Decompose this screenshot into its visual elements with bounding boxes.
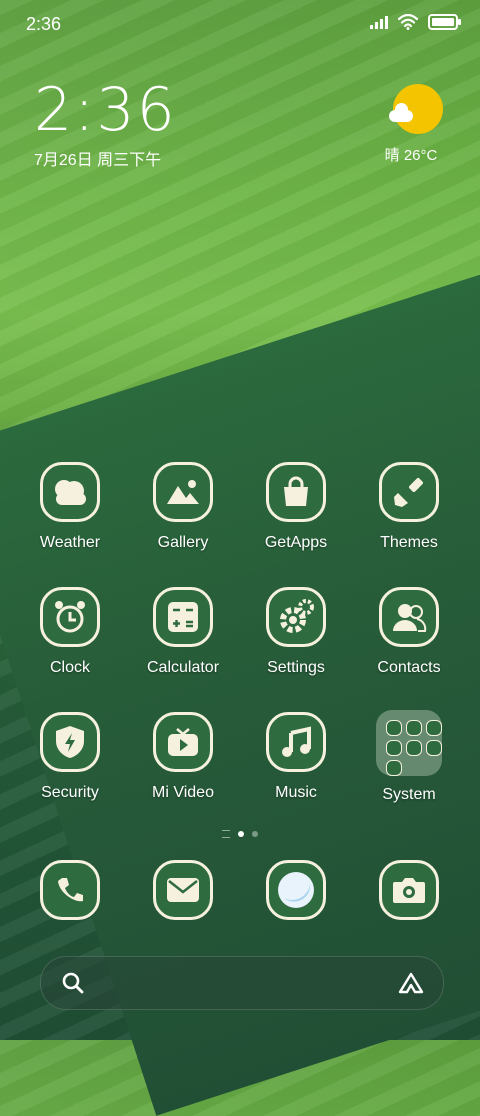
contacts-icon xyxy=(379,587,439,647)
app-clock[interactable]: Clock xyxy=(20,587,120,677)
status-icons xyxy=(370,14,461,30)
wifi-icon xyxy=(398,14,418,30)
app-system-folder[interactable]: System xyxy=(359,710,459,804)
app-label: GetApps xyxy=(264,534,328,551)
app-label: Gallery xyxy=(157,534,209,551)
page-dot-active xyxy=(238,831,244,837)
camera-icon xyxy=(379,860,439,920)
gallery-icon xyxy=(153,462,213,522)
menu-lines-icon xyxy=(222,830,230,838)
weather-icon xyxy=(40,462,100,522)
dock-camera[interactable] xyxy=(359,860,459,920)
app-label: Mi Video xyxy=(152,784,214,801)
app-calculator[interactable]: Calculator xyxy=(133,587,233,677)
widget-date: 7月26日 周三下午 xyxy=(34,152,162,169)
search-bar[interactable] xyxy=(40,956,444,1010)
music-note-icon xyxy=(266,712,326,772)
app-label: Calculator xyxy=(146,659,220,676)
weather-widget[interactable]: 晴 26°C xyxy=(385,84,446,165)
message-icon xyxy=(153,860,213,920)
app-label: Security xyxy=(41,784,99,801)
clock-widget[interactable]: 2:36 7月26日 周三下午 xyxy=(34,78,177,170)
app-getapps[interactable]: GetApps xyxy=(246,462,346,552)
status-bar: 2:36 xyxy=(0,0,480,50)
app-settings[interactable]: Settings xyxy=(246,587,346,677)
browser-icon xyxy=(266,860,326,920)
folder-icon xyxy=(376,710,442,776)
app-label: Music xyxy=(275,784,317,801)
app-label: Settings xyxy=(267,659,325,676)
assistant-icon[interactable] xyxy=(397,971,425,995)
app-label: Themes xyxy=(380,534,438,551)
paintbrush-icon xyxy=(379,462,439,522)
page-dot xyxy=(252,831,258,837)
signal-icon xyxy=(370,15,388,29)
app-security[interactable]: Security xyxy=(20,712,120,802)
gear-icon xyxy=(266,587,326,647)
calculator-icon xyxy=(153,587,213,647)
app-gallery[interactable]: Gallery xyxy=(133,462,233,552)
app-contacts[interactable]: Contacts xyxy=(359,587,459,677)
app-label: Weather xyxy=(39,534,101,551)
page-indicator[interactable] xyxy=(0,830,480,838)
video-play-icon xyxy=(153,712,213,772)
status-time: 2:36 xyxy=(26,14,62,34)
app-label: Clock xyxy=(49,659,90,676)
weather-text: 晴 26°C xyxy=(376,144,446,165)
battery-icon xyxy=(428,14,461,30)
shield-icon xyxy=(40,712,100,772)
dock-browser[interactable] xyxy=(246,860,346,920)
app-label: Contacts xyxy=(377,659,441,676)
app-label: System xyxy=(382,786,436,803)
phone-icon xyxy=(40,860,100,920)
app-mi-video[interactable]: Mi Video xyxy=(133,712,233,802)
weather-condition: 晴 xyxy=(384,147,400,164)
weather-temperature: 26°C xyxy=(403,147,438,164)
app-weather[interactable]: Weather xyxy=(20,462,120,552)
dock-messages[interactable] xyxy=(133,860,233,920)
dock-phone[interactable] xyxy=(20,860,120,920)
search-icon[interactable] xyxy=(61,971,85,995)
shopping-bag-icon xyxy=(266,462,326,522)
app-themes[interactable]: Themes xyxy=(359,462,459,552)
widget-time: 2:36 xyxy=(34,75,177,145)
alarm-clock-icon xyxy=(40,587,100,647)
sunny-icon xyxy=(389,84,443,134)
app-music[interactable]: Music xyxy=(246,712,346,802)
